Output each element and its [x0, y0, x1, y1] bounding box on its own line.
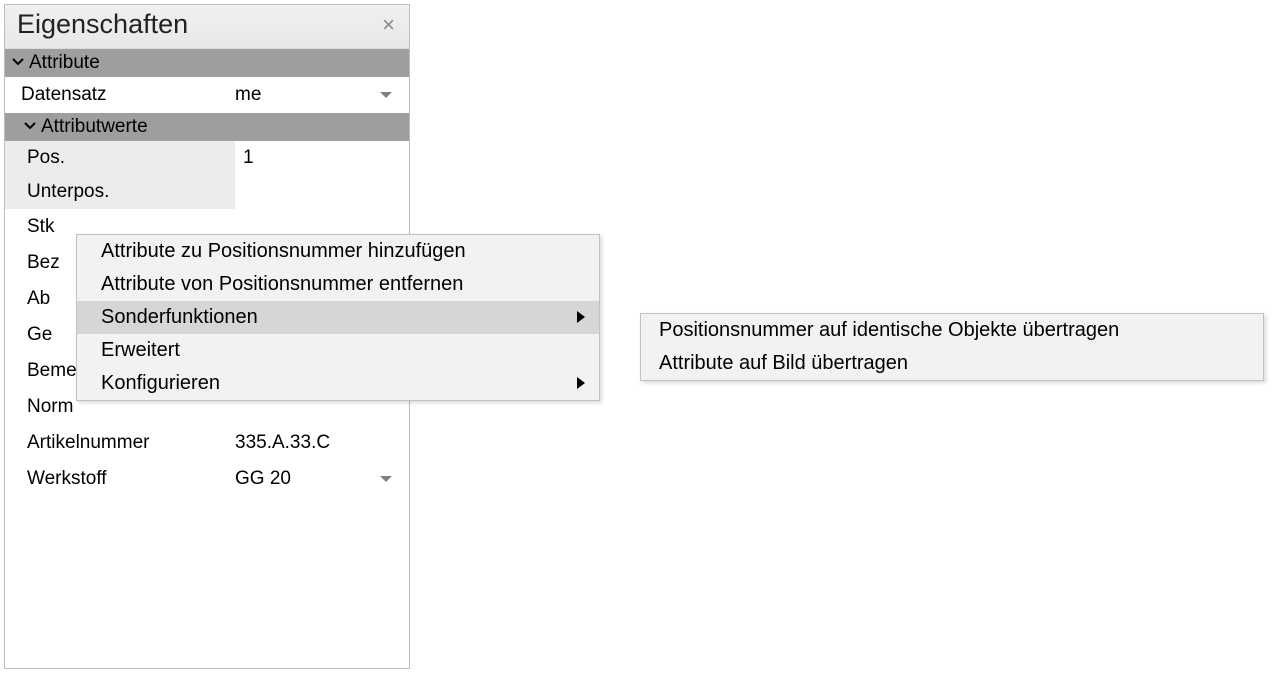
chevron-down-icon — [11, 52, 25, 74]
chevron-down-icon — [23, 116, 37, 138]
value-pos[interactable]: 1 — [235, 141, 409, 175]
row-unterpos[interactable]: Unterpos. — [5, 175, 409, 209]
menu-item-label: Konfigurieren — [101, 372, 220, 395]
value-artikelnummer-text: 335.A.33.C — [235, 432, 330, 454]
menu-item-label: Attribute auf Bild übertragen — [659, 352, 908, 375]
value-werkstoff[interactable]: GG 20 — [235, 468, 409, 490]
menu-item-positionsnummer-transfer[interactable]: Positionsnummer auf identische Objekte ü… — [641, 314, 1263, 347]
value-unterpos[interactable] — [235, 175, 409, 209]
label-unterpos: Unterpos. — [5, 175, 235, 209]
section-attribute[interactable]: Attribute — [5, 49, 409, 77]
dropdown-arrow-icon[interactable] — [379, 468, 393, 490]
menu-item-remove-attributes[interactable]: Attribute von Positionsnummer entfernen — [77, 268, 599, 301]
row-pos[interactable]: Pos. 1 — [5, 141, 409, 175]
row-datensatz[interactable]: Datensatz me — [5, 77, 409, 113]
label-pos: Pos. — [5, 141, 235, 175]
close-icon[interactable]: × — [378, 12, 399, 38]
row-artikelnummer[interactable]: Artikelnummer 335.A.33.C — [5, 425, 409, 461]
submenu-arrow-icon — [577, 306, 585, 329]
menu-item-attribute-bild-transfer[interactable]: Attribute auf Bild übertragen — [641, 347, 1263, 380]
value-datensatz-text: me — [235, 84, 261, 106]
menu-item-label: Positionsnummer auf identische Objekte ü… — [659, 319, 1119, 342]
label-werkstoff: Werkstoff — [5, 468, 235, 490]
value-werkstoff-text: GG 20 — [235, 468, 291, 490]
dropdown-arrow-icon[interactable] — [379, 84, 393, 106]
menu-item-label: Attribute zu Positionsnummer hinzufügen — [101, 240, 466, 263]
row-werkstoff[interactable]: Werkstoff GG 20 — [5, 461, 409, 497]
panel-title: Eigenschaften — [17, 9, 188, 40]
value-artikelnummer[interactable]: 335.A.33.C — [235, 432, 409, 454]
menu-item-label: Attribute von Positionsnummer entfernen — [101, 273, 463, 296]
label-artikelnummer: Artikelnummer — [5, 432, 235, 454]
section-attributwerte[interactable]: Attributwerte — [5, 113, 409, 141]
label-datensatz: Datensatz — [5, 84, 235, 106]
panel-header: Eigenschaften × — [5, 5, 409, 49]
menu-item-label: Sonderfunktionen — [101, 306, 258, 329]
menu-item-erweitert[interactable]: Erweitert — [77, 334, 599, 367]
menu-item-konfigurieren[interactable]: Konfigurieren — [77, 367, 599, 400]
menu-item-add-attributes[interactable]: Attribute zu Positionsnummer hinzufügen — [77, 235, 599, 268]
submenu-arrow-icon — [577, 372, 585, 395]
context-submenu-sonderfunktionen: Positionsnummer auf identische Objekte ü… — [640, 313, 1264, 381]
value-datensatz[interactable]: me — [235, 84, 409, 106]
menu-item-label: Erweitert — [101, 339, 180, 362]
menu-item-sonderfunktionen[interactable]: Sonderfunktionen — [77, 301, 599, 334]
section-attributwerte-label: Attributwerte — [41, 116, 148, 138]
context-menu: Attribute zu Positionsnummer hinzufügen … — [76, 234, 600, 401]
section-attribute-label: Attribute — [29, 52, 100, 74]
